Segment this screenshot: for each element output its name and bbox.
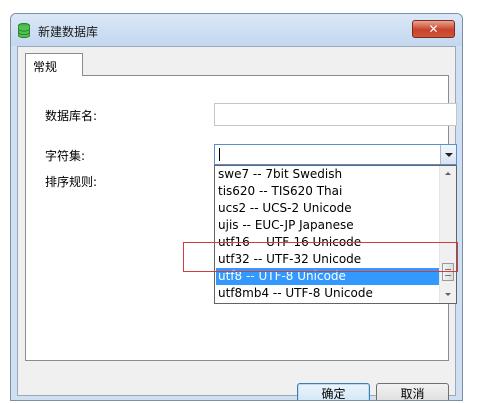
window-title: 新建数据库: [38, 25, 99, 39]
tab-general[interactable]: 常规: [25, 53, 83, 76]
list-item[interactable]: utf8mb4 -- UTF-8 Unicode: [216, 285, 439, 302]
new-database-dialog: 新建数据库 ✕ 常规 数据库名: 字符集: 排序规则: swe7 -- 7bit…: [10, 13, 463, 401]
scroll-up-arrow-icon[interactable]: [440, 166, 456, 183]
chevron-down-icon[interactable]: [440, 145, 456, 164]
list-item-selected[interactable]: utf8 -- UTF-8 Unicode: [216, 268, 439, 285]
collation-label: 排序规则:: [45, 175, 98, 189]
list-item[interactable]: utf32 -- UTF-32 Unicode: [216, 251, 439, 268]
text-cursor: [219, 148, 220, 161]
cancel-button[interactable]: 取消: [376, 383, 449, 400]
title-bar[interactable]: 新建数据库 ✕: [11, 14, 462, 46]
ok-button[interactable]: 确定: [297, 383, 370, 400]
close-icon: ✕: [428, 22, 439, 36]
list-item[interactable]: utf16 -- UTF-16 Unicode: [216, 234, 439, 251]
db-name-label: 数据库名:: [45, 109, 98, 123]
close-button[interactable]: ✕: [412, 20, 455, 38]
charset-dropdown-list[interactable]: swe7 -- 7bit Swedish tis620 -- TIS620 Th…: [214, 165, 457, 304]
list-item[interactable]: tis620 -- TIS620 Thai: [216, 183, 439, 200]
list-item[interactable]: swe7 -- 7bit Swedish: [216, 166, 439, 183]
tab-panel-general: 数据库名: 字符集: 排序规则: swe7 -- 7bit Swedish ti…: [25, 75, 457, 361]
dialog-body: 常规 数据库名: 字符集: 排序规则: swe7 -- 7bit Swedish…: [17, 46, 457, 400]
scroll-thumb[interactable]: [442, 263, 454, 281]
list-item[interactable]: ujis -- EUC-JP Japanese: [216, 217, 439, 234]
list-scrollbar[interactable]: [439, 166, 456, 303]
charset-combobox[interactable]: [214, 144, 457, 165]
charset-label: 字符集:: [45, 149, 86, 163]
db-name-input[interactable]: [214, 103, 457, 126]
database-icon: [18, 23, 30, 38]
scroll-down-arrow-icon[interactable]: [440, 286, 456, 303]
list-item[interactable]: ucs2 -- UCS-2 Unicode: [216, 200, 439, 217]
